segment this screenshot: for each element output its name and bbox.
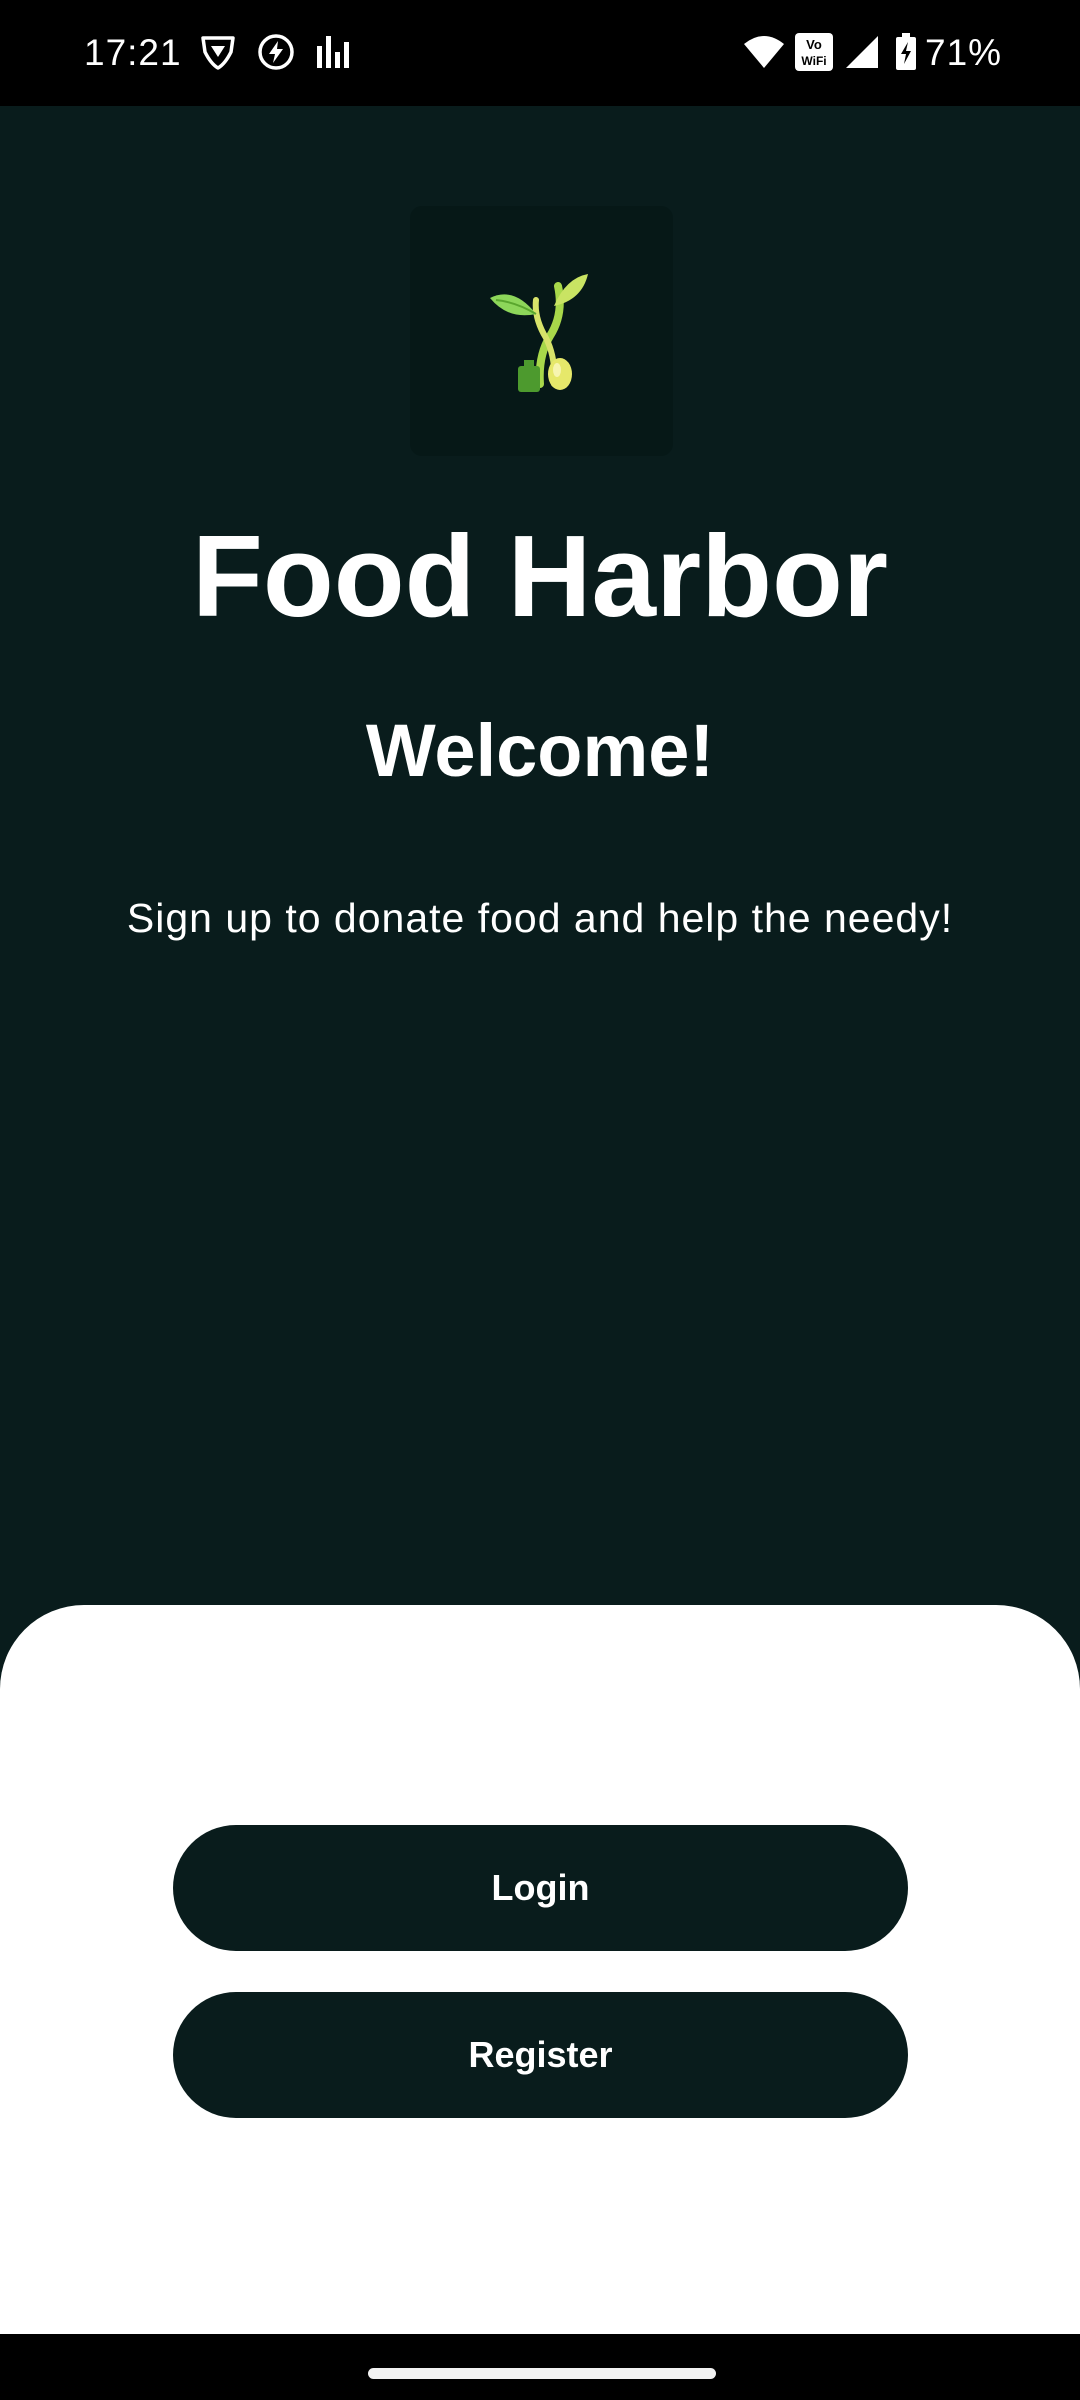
cell-signal-icon xyxy=(842,32,880,72)
signal-bars-app-icon xyxy=(314,32,354,72)
vowifi-badge-top: Vo xyxy=(806,37,822,52)
battery-percent: 71% xyxy=(925,32,1003,73)
tagline: Sign up to donate food and help the need… xyxy=(126,895,954,941)
power-saving-icon xyxy=(256,32,296,72)
status-time: 17:21 xyxy=(84,32,182,73)
status-bar: 17:21 Vo WiFi 71% xyxy=(0,0,1080,106)
battery-charging-icon xyxy=(894,32,918,72)
navigation-bar xyxy=(0,2334,1080,2400)
welcome-heading: Welcome! xyxy=(365,709,715,792)
wifi-icon xyxy=(742,32,786,72)
auth-bottom-sheet: Login Register xyxy=(0,1605,1080,2334)
sprout-spoon-logo-icon xyxy=(490,274,588,392)
login-button[interactable]: Login xyxy=(173,1825,908,1951)
welcome-screen: Food Harbor Welcome! Sign up to donate f… xyxy=(0,106,1080,2334)
home-indicator[interactable] xyxy=(368,2368,716,2379)
register-button[interactable]: Register xyxy=(173,1992,908,2118)
app-logo xyxy=(410,206,673,456)
vowifi-icon: Vo WiFi xyxy=(794,32,834,72)
vowifi-badge-bottom: WiFi xyxy=(801,54,826,68)
vpn-shield-icon xyxy=(198,32,238,72)
app-title: Food Harbor xyxy=(192,511,888,641)
